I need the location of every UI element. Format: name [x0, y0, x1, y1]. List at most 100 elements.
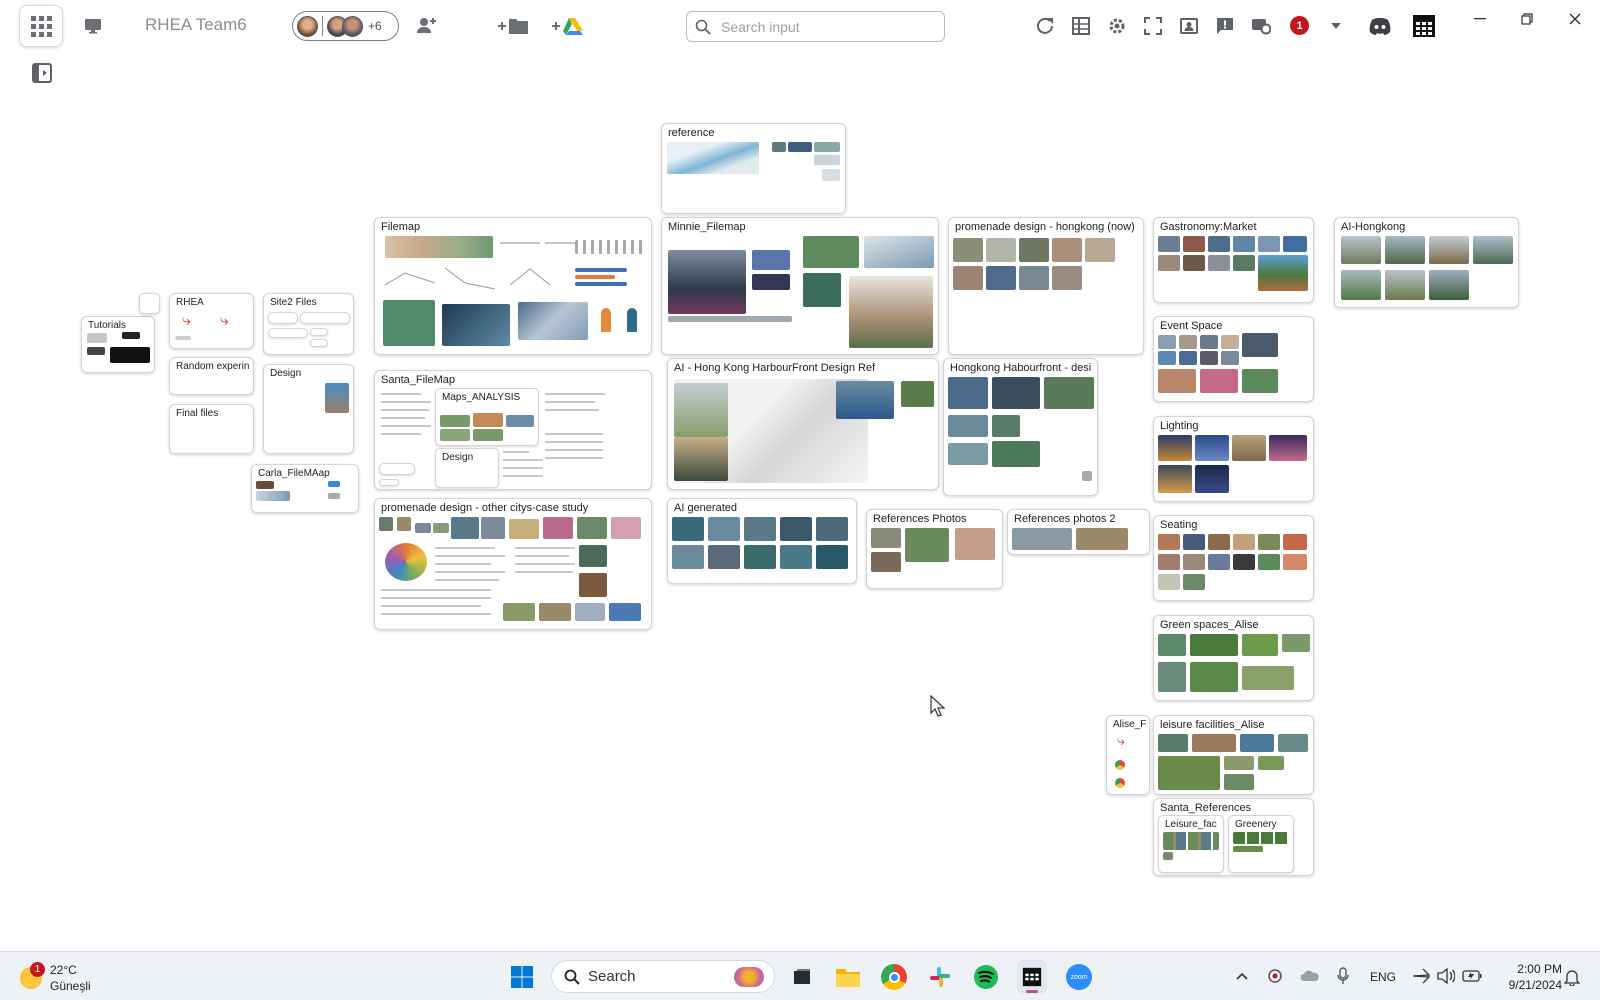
- board-tutorials[interactable]: Tutorials: [81, 316, 155, 373]
- feedback-button[interactable]: [1214, 15, 1236, 37]
- collaborators-group[interactable]: +6: [292, 11, 399, 41]
- thumbnail: [385, 236, 493, 258]
- board-title: AI-Hongkong: [1341, 221, 1406, 233]
- board-santa-references[interactable]: Santa_References Leisure_fac Greenery: [1153, 798, 1314, 876]
- sun-icon: 1: [20, 962, 45, 989]
- board-title: Santa_FileMap: [381, 374, 455, 386]
- chrome-file-icon[interactable]: [1115, 778, 1125, 788]
- board-filemap[interactable]: Filemap: [374, 217, 652, 355]
- tray-app-button[interactable]: [1265, 966, 1285, 986]
- sidebar-toggle-icon: [32, 63, 52, 83]
- board-promenade-other-cities[interactable]: promenade design - other citys-case stud…: [374, 498, 652, 630]
- board-hk-habourfront[interactable]: Hongkong Habourfront - desi: [943, 358, 1098, 496]
- settings-button[interactable]: [1106, 15, 1128, 37]
- board-layout-button[interactable]: [1070, 15, 1092, 37]
- board-reference[interactable]: reference: [661, 123, 846, 214]
- board-ai-harbourfront[interactable]: AI - Hong Kong HarbourFront Design Ref: [667, 358, 939, 490]
- clock-time: 2:00 PM: [1517, 962, 1562, 976]
- zoom-icon: zoom: [1066, 964, 1092, 990]
- slack-button[interactable]: [926, 963, 954, 991]
- board-greenery[interactable]: Greenery: [1228, 815, 1294, 873]
- file-explorer-button[interactable]: [834, 963, 862, 991]
- board-event-space[interactable]: Event Space: [1153, 316, 1314, 402]
- clock[interactable]: 2:00 PM 9/21/2024: [1492, 958, 1562, 996]
- board-santa-filemap[interactable]: Santa_FileMap Maps_ANALYSIS Design: [374, 370, 652, 490]
- discord-button[interactable]: [1367, 14, 1393, 38]
- add-google-drive-button[interactable]: [551, 13, 587, 39]
- chrome-file-icon[interactable]: [1115, 760, 1125, 770]
- small-board[interactable]: [139, 293, 160, 314]
- board-site2-files[interactable]: Site2 Files: [263, 293, 354, 355]
- onedrive-button[interactable]: [1299, 966, 1321, 986]
- board-green-spaces[interactable]: Green spaces_Alise: [1153, 615, 1314, 701]
- board-promenade-hongkong[interactable]: promenade design - hongkong (now): [948, 217, 1144, 355]
- board-maps-analysis[interactable]: Maps_ANALYSIS: [435, 388, 539, 446]
- whiteboard-app-button[interactable]: [1017, 960, 1047, 994]
- microphone-button[interactable]: [1334, 966, 1352, 986]
- notifications-button[interactable]: [1561, 966, 1583, 988]
- board-ai-generated[interactable]: AI generated: [667, 498, 857, 584]
- board-title: Design: [442, 452, 474, 463]
- apps-grid-button[interactable]: [19, 5, 63, 47]
- spotify-button[interactable]: [971, 962, 1001, 992]
- feedback-icon: [1217, 18, 1233, 34]
- board-final-files[interactable]: Final files: [169, 404, 254, 454]
- task-view-button[interactable]: [789, 964, 815, 990]
- chat-button[interactable]: [1250, 15, 1272, 37]
- discord-icon: [1369, 18, 1391, 35]
- close-button[interactable]: [1565, 10, 1585, 28]
- start-button[interactable]: [508, 963, 536, 991]
- search-input[interactable]: [719, 17, 929, 36]
- google-drive-icon: [552, 18, 583, 35]
- spotify-icon: [974, 965, 998, 989]
- add-user-button[interactable]: [413, 14, 439, 38]
- refresh-button[interactable]: [1034, 15, 1056, 37]
- fullscreen-button[interactable]: [1142, 15, 1164, 37]
- notification-badge[interactable]: 1: [1290, 16, 1309, 35]
- board-random-experiments[interactable]: Random experin: [169, 357, 254, 395]
- board-leisure-facilities[interactable]: leisure facilities_Alise: [1153, 715, 1314, 795]
- presentation-button[interactable]: [80, 14, 106, 38]
- board-references-photos[interactable]: References Photos: [866, 509, 1003, 589]
- add-folder-button[interactable]: [497, 13, 531, 39]
- board-rhea[interactable]: RHEA ⤷ ⤷: [169, 293, 254, 349]
- pdf-icon[interactable]: ⤷: [220, 312, 229, 330]
- language-indicator[interactable]: ENG: [1368, 968, 1398, 986]
- minimize-button[interactable]: [1470, 10, 1490, 28]
- board-title: Alise_F: [1113, 719, 1147, 730]
- restore-button[interactable]: [1517, 10, 1537, 28]
- refresh-icon: [1037, 17, 1053, 34]
- board-design[interactable]: Design: [263, 364, 354, 454]
- board-minnie-filemap[interactable]: Minnie_Filemap: [661, 217, 939, 355]
- pdf-icon[interactable]: ⤷: [1117, 732, 1125, 749]
- board-gastronomy-market[interactable]: Gastronomy:Market: [1153, 217, 1314, 303]
- contacts-button[interactable]: [1178, 15, 1200, 37]
- board-lighting[interactable]: Lighting: [1153, 416, 1314, 502]
- show-hidden-icons-button[interactable]: [1233, 967, 1251, 985]
- board-title: Santa_References: [1160, 802, 1252, 814]
- chrome-button[interactable]: [879, 962, 909, 992]
- board-title: leisure facilities_Alise: [1160, 719, 1265, 731]
- sidebar-toggle-button[interactable]: [31, 62, 53, 84]
- clock-date: 9/21/2024: [1508, 978, 1562, 992]
- zoom-button[interactable]: zoom: [1064, 962, 1094, 992]
- board-santa-design[interactable]: Design: [435, 448, 499, 488]
- board-title: Lighting: [1160, 420, 1199, 432]
- battery-icon: [1462, 970, 1482, 982]
- weather-widget[interactable]: 1 22°C Güneşli: [20, 961, 100, 995]
- board-alise-files[interactable]: Alise_F ⤷: [1106, 715, 1150, 795]
- pdf-icon[interactable]: ⤷: [182, 312, 191, 330]
- team-name[interactable]: RHEA Team6: [145, 15, 247, 35]
- quick-settings-button[interactable]: [1412, 966, 1482, 986]
- task-view-icon: [794, 969, 810, 984]
- thumbnail: [383, 300, 435, 346]
- more-dropdown[interactable]: [1328, 19, 1344, 33]
- board-carla-filemap[interactable]: Carla_FileMAap: [251, 464, 359, 513]
- board-seating[interactable]: Seating: [1153, 515, 1314, 601]
- search-field[interactable]: [686, 11, 945, 42]
- board-references-photos-2[interactable]: References photos 2: [1007, 509, 1150, 555]
- board-ai-hongkong[interactable]: AI-Hongkong: [1334, 217, 1519, 308]
- app-logo[interactable]: [1411, 13, 1437, 39]
- taskbar-search[interactable]: Search: [551, 960, 775, 993]
- board-leisure-fac[interactable]: Leisure_fac: [1158, 815, 1224, 873]
